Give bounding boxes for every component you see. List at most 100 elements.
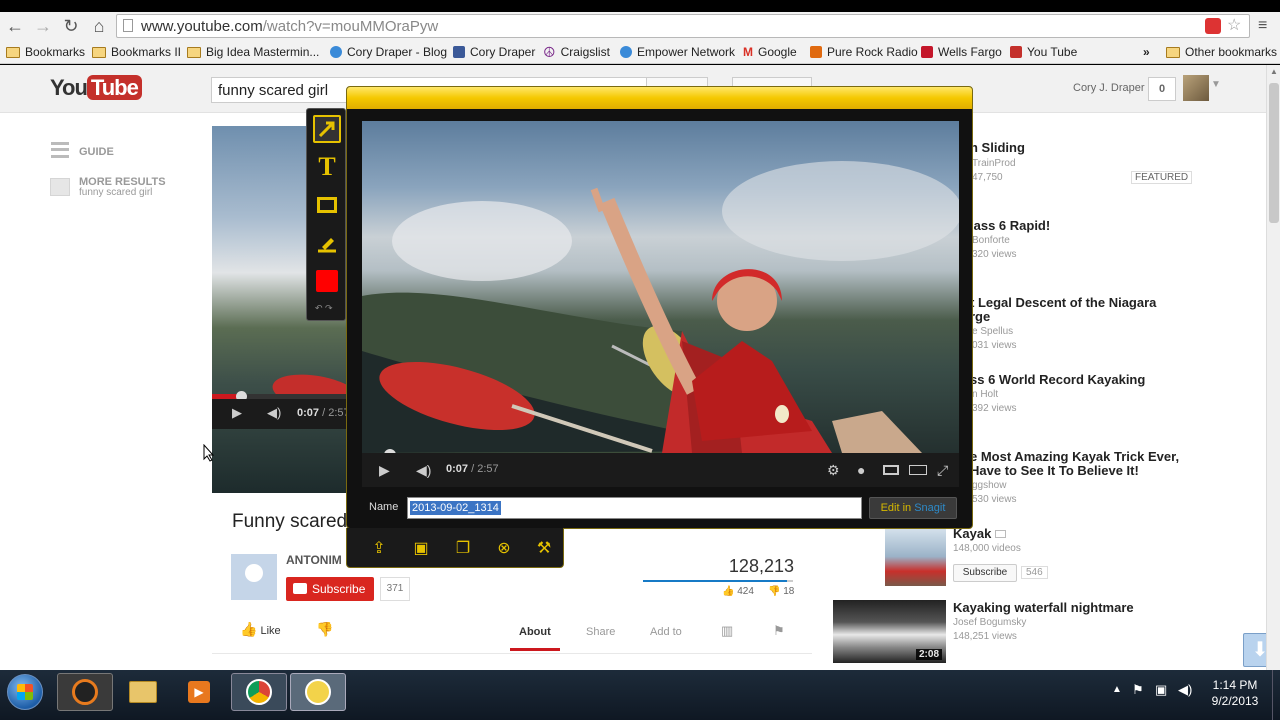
related-thumbnail[interactable]	[885, 527, 946, 586]
tab-add-to[interactable]: Add to	[650, 626, 682, 638]
related-title[interactable]: ss 6 World Record Kayaking	[970, 372, 1145, 387]
snagit-editor-taskbar-icon[interactable]	[290, 673, 346, 711]
highlighter-tool-icon[interactable]	[313, 229, 341, 257]
forward-icon[interactable]: →	[32, 16, 54, 36]
bookmark-item[interactable]: You Tube	[1010, 44, 1077, 60]
flag-icon[interactable]: ⚑	[1132, 682, 1144, 698]
color-picker-icon[interactable]	[313, 267, 341, 295]
play-icon[interactable]: ▶	[232, 405, 242, 421]
channel-name[interactable]: ANTONIM	[286, 553, 342, 567]
stats-icon[interactable]: ▥	[721, 623, 733, 639]
edit-in-snagit-button[interactable]: Edit in Snagit	[869, 497, 957, 519]
menu-icon[interactable]: ≡	[1258, 17, 1267, 35]
tab-about[interactable]: About	[519, 626, 551, 638]
share-icon[interactable]: ⇪	[365, 536, 393, 560]
bookmark-item[interactable]: Wells Fargo	[921, 44, 1002, 60]
bookmark-item[interactable]: ☮ Craigslist	[543, 44, 610, 60]
scroll-thumb[interactable]	[1269, 83, 1279, 223]
undo-redo-icon[interactable]: ↶ ↷	[315, 303, 333, 314]
like-button[interactable]: 👍 Like	[240, 621, 281, 638]
extension-icon[interactable]	[1205, 18, 1221, 34]
save-icon[interactable]: ▣	[407, 536, 435, 560]
folder-icon	[92, 46, 106, 58]
subscribe-button[interactable]: Subscribe	[953, 564, 1017, 582]
guide-icon[interactable]	[51, 142, 69, 158]
copy-icon[interactable]: ❐	[449, 536, 477, 560]
browser-toolbar: ← → ↻ ⌂ www.youtube.com/watch?v=mouMMOra…	[0, 12, 1280, 40]
annotations-icon[interactable]: ●	[857, 462, 865, 478]
related-title[interactable]: t Legal Descent of the Niagara	[970, 295, 1156, 310]
bookmark-item[interactable]: Big Idea Mastermin...	[187, 44, 319, 60]
star-icon[interactable]: ☆	[1227, 15, 1241, 35]
thumbs-up-icon: 👍	[722, 586, 735, 597]
blog-icon	[620, 46, 632, 58]
rectangle-tool-icon[interactable]	[313, 191, 341, 219]
speaker-icon[interactable]: ◀)	[1178, 682, 1192, 698]
thumbs-down-icon: 👎	[768, 586, 781, 597]
home-icon[interactable]: ⌂	[88, 16, 110, 36]
large-player-icon[interactable]	[909, 465, 927, 475]
delete-icon[interactable]: ⊗	[490, 536, 518, 560]
back-icon[interactable]: ←	[4, 16, 26, 36]
related-title[interactable]: Kayaking waterfall nightmare	[953, 600, 1134, 615]
guide-label[interactable]: GUIDE	[79, 146, 114, 158]
gear-icon[interactable]: ⚙	[827, 462, 840, 479]
snagit-title-bar[interactable]	[347, 87, 972, 109]
text-tool-icon[interactable]: T	[313, 152, 341, 181]
channel-avatar[interactable]	[231, 554, 277, 600]
related-views: 47,750	[972, 172, 1003, 183]
chevron-down-icon[interactable]: ▼	[1211, 79, 1221, 90]
volume-icon[interactable]: ◀)	[416, 462, 431, 479]
user-name[interactable]: Cory J. Draper	[1073, 82, 1145, 94]
bookmark-item[interactable]: Bookmarks	[6, 44, 85, 60]
subscriber-count: 371	[380, 577, 410, 601]
bookmark-item[interactable]: Cory Draper - Blog	[330, 44, 447, 60]
subscribe-button[interactable]: Subscribe	[286, 577, 374, 601]
show-desktop-button[interactable]	[1272, 670, 1280, 720]
media-player-taskbar-icon[interactable]: ▶	[171, 673, 227, 711]
network-icon[interactable]: ▣	[1155, 682, 1167, 698]
arrow-tool-icon[interactable]	[313, 115, 341, 143]
start-button[interactable]	[7, 674, 43, 710]
tab-share[interactable]: Share	[586, 626, 615, 638]
scrollbar[interactable]: ▲	[1266, 65, 1280, 670]
notification-count[interactable]: 0	[1148, 77, 1176, 101]
other-bookmarks[interactable]: Other bookmarks	[1166, 44, 1277, 60]
related-title[interactable]: lass 6 Rapid!	[970, 218, 1050, 233]
avatar[interactable]	[1183, 75, 1209, 101]
bookmark-item[interactable]: M Google	[743, 44, 797, 60]
current-time: 0:07	[297, 407, 320, 419]
reload-icon[interactable]: ↻	[60, 16, 82, 36]
playlist-icon	[994, 530, 1006, 538]
bookmark-item[interactable]: Empower Network	[620, 44, 735, 60]
bookmarks-overflow[interactable]: »	[1143, 44, 1150, 60]
dislike-button[interactable]: 👎	[316, 621, 333, 638]
show-hidden-icons[interactable]: ▲	[1112, 684, 1122, 695]
related-title[interactable]: n Sliding	[970, 140, 1025, 155]
related-title-line2[interactable]: Have to See It To Believe It!	[970, 463, 1139, 478]
explorer-taskbar-icon[interactable]	[115, 673, 171, 711]
youtube-logo[interactable]: You Tube	[50, 75, 142, 101]
bookmark-label: Big Idea Mastermin...	[206, 45, 320, 59]
bookmark-label: You Tube	[1027, 45, 1078, 59]
bookmark-label: Wells Fargo	[938, 45, 1002, 59]
volume-icon[interactable]: ◀)	[267, 405, 281, 421]
capture-name-field[interactable]: 2013-09-02_1314	[407, 497, 862, 519]
fullscreen-icon[interactable]: ⤢	[937, 462, 948, 479]
related-title-line2[interactable]: rge	[970, 309, 990, 324]
scroll-up-icon[interactable]: ▲	[1270, 67, 1278, 76]
snagit-tool-palette: T ↶ ↷	[306, 108, 346, 321]
bookmark-item[interactable]: Bookmarks II	[92, 44, 181, 60]
system-clock[interactable]: 1:14 PM 9/2/2013	[1200, 677, 1270, 709]
flag-icon[interactable]: ⚑	[773, 623, 785, 639]
play-icon[interactable]: ▶	[379, 462, 390, 479]
likes-value: 424	[737, 586, 754, 597]
related-title[interactable]: e Most Amazing Kayak Trick Ever,	[970, 449, 1179, 464]
small-player-icon[interactable]	[883, 465, 899, 475]
address-bar[interactable]: www.youtube.com/watch?v=mouMMOraPyw ☆	[116, 14, 1250, 38]
bookmark-item[interactable]: Cory Draper	[453, 44, 535, 60]
bookmark-item[interactable]: Pure Rock Radio	[810, 44, 918, 60]
chrome-taskbar-icon[interactable]	[231, 673, 287, 711]
wrench-icon[interactable]: ⚒	[530, 536, 558, 560]
snagit-taskbar-icon[interactable]	[57, 673, 113, 711]
